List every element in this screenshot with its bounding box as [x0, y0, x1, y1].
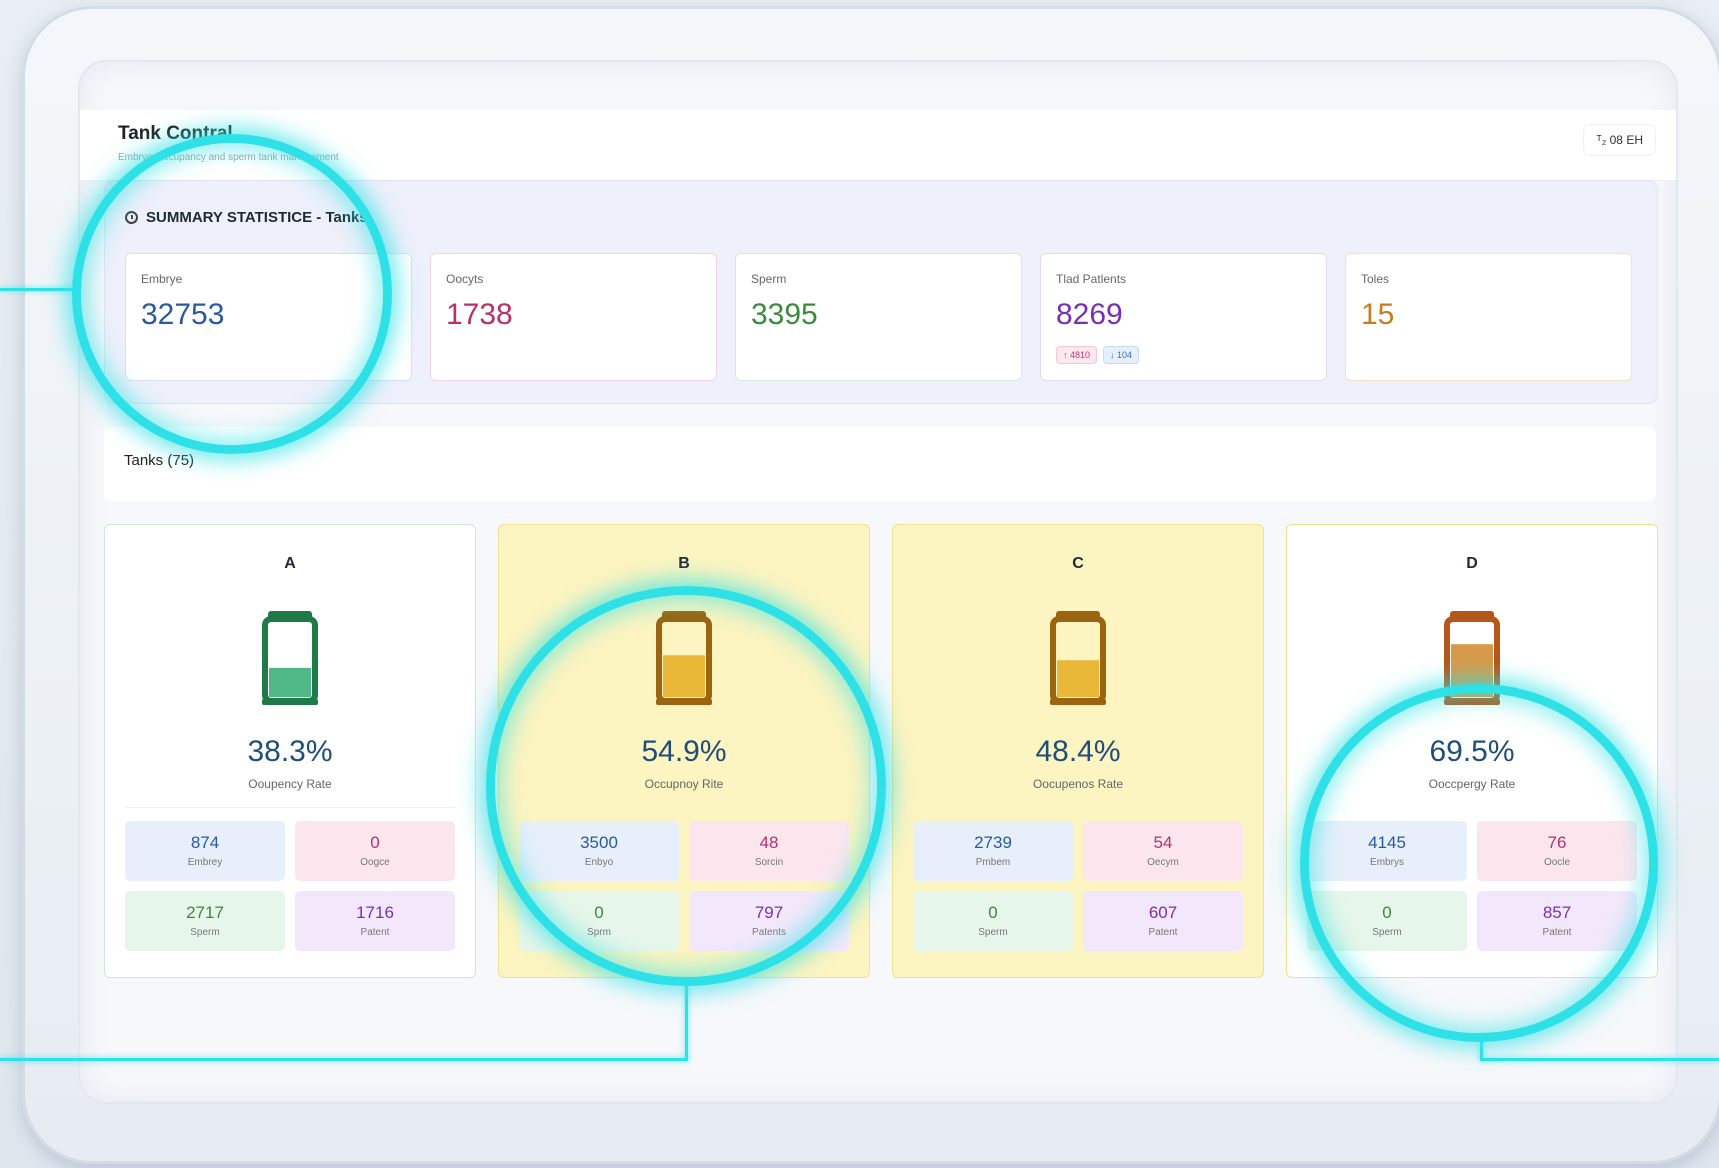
stat-value: 3395 — [751, 298, 818, 331]
language-label: ᵀ₂ 08 EH — [1596, 133, 1643, 147]
patient-chips: ↑ 4810 ↓ 104 — [1056, 346, 1140, 364]
page-title: Tank Contral — [118, 123, 233, 144]
stat-value: 15 — [1361, 298, 1395, 331]
dashboard-screen: Tank Contral Embryo, occupancy and sperm… — [80, 62, 1676, 1102]
oocytes-cell: 54 Oecym — [1083, 821, 1243, 881]
embryos-cell: 874 Embrey — [125, 821, 285, 881]
stat-value: 8269 — [1056, 298, 1123, 331]
occupancy-percent: 38.3% — [247, 735, 333, 768]
tank-icon — [262, 611, 318, 705]
embryos-cell: 2739 Pmbem — [913, 821, 1073, 881]
stat-label: Tlad Patlents — [1056, 272, 1127, 286]
patients-cell: 857 Patent — [1477, 891, 1637, 951]
app-header: Tank Contral Embryo, occupancy and sperm… — [80, 110, 1676, 181]
tank-name: D — [1466, 555, 1478, 572]
embryos-cell: 4145 Embrys — [1307, 821, 1467, 881]
stat-card-sperm[interactable]: Sperm 3395 — [735, 253, 1022, 381]
callout-line-tank-b-horizontal — [0, 1058, 688, 1061]
tank-icon — [1050, 611, 1106, 705]
patients-cell: 607 Patent — [1083, 891, 1243, 951]
tank-icon — [1444, 611, 1500, 705]
occupancy-percent: 69.5% — [1429, 735, 1515, 768]
patients-cell: 797 Patents — [689, 891, 849, 951]
sperm-cell: 0 Sperm — [1307, 891, 1467, 951]
tank-name: A — [284, 555, 296, 572]
sperm-cell: 0 Sprm — [519, 891, 679, 951]
occupancy-label: Ooccpergy Rate — [1428, 777, 1516, 791]
stat-value: 1738 — [446, 298, 513, 331]
tank-name: B — [678, 555, 690, 572]
oocytes-cell: 76 Oocle — [1477, 821, 1637, 881]
occupancy-label: Ooupency Rate — [248, 777, 332, 791]
summary-statistics-panel: SUMMARY STATISTICE - Tanks Embrye 32753 … — [104, 180, 1658, 404]
summary-heading: SUMMARY STATISTICE - Tanks — [125, 209, 368, 226]
patients-cell: 1716 Patent — [295, 891, 455, 951]
chip-down: ↓ 104 — [1103, 346, 1140, 364]
stat-card-tanks[interactable]: Toles 15 — [1345, 253, 1632, 381]
clock-icon — [125, 211, 138, 224]
occupancy-label: Occupnoy Rite — [644, 777, 724, 791]
stat-card-patients[interactable]: Tlad Patlents 8269 ↑ 4810 ↓ 104 — [1040, 253, 1327, 381]
embryos-cell: 3500 Enbyo — [519, 821, 679, 881]
stat-label: Toles — [1361, 272, 1390, 286]
stat-label: Embrye — [141, 272, 183, 286]
tanks-heading: Tanks (75) — [124, 452, 195, 469]
oocytes-cell: 0 Oogce — [295, 821, 455, 881]
sperm-cell: 2717 Sperm — [125, 891, 285, 951]
stat-card-oocytes[interactable]: Oocyts 1738 — [430, 253, 717, 381]
tank-card-c[interactable]: C 48.4% Oocupenos Rate 2739 Pmbem 54 Oecym… — [892, 524, 1264, 978]
stat-label: Oocyts — [446, 272, 484, 286]
occupancy-percent: 48.4% — [1035, 735, 1121, 768]
sperm-cell: 0 Sperm — [913, 891, 1073, 951]
tank-icon — [656, 611, 712, 705]
page-subtitle: Embryo, occupancy and sperm tank managem… — [118, 152, 339, 163]
stat-label: Sperm — [751, 272, 787, 286]
callout-line-summary — [0, 288, 78, 291]
callout-line-tank-d-horizontal — [1480, 1058, 1719, 1061]
divider — [125, 807, 455, 808]
oocytes-cell: 48 Sorcin — [689, 821, 849, 881]
language-toggle-button[interactable]: ᵀ₂ 08 EH — [1583, 124, 1656, 156]
tanks-section-header: Tanks (75) — [104, 427, 1656, 501]
stat-card-embryos[interactable]: Embrye 32753 — [125, 253, 412, 381]
tank-name: C — [1072, 555, 1084, 572]
tank-card-d[interactable]: D 69.5% Ooccpergy Rate 4145 Embrys 76 Oocl… — [1286, 524, 1658, 978]
tank-card-b[interactable]: B 54.9% Occupnoy Rite 3500 Enbyo 48 Sorcin… — [498, 524, 870, 978]
callout-line-tank-b-vertical — [685, 984, 688, 1060]
chip-up: ↑ 4810 — [1056, 346, 1098, 364]
tank-card-a[interactable]: A 38.3% Ooupency Rate 874 Embrey 0 Oogce 2… — [104, 524, 476, 978]
occupancy-label: Oocupenos Rate — [1032, 777, 1124, 791]
stat-value: 32753 — [141, 298, 225, 331]
callout-line-tank-d-vertical — [1480, 1040, 1483, 1060]
summary-title: SUMMARY STATISTICE - Tanks — [146, 209, 368, 226]
occupancy-percent: 54.9% — [641, 735, 727, 768]
